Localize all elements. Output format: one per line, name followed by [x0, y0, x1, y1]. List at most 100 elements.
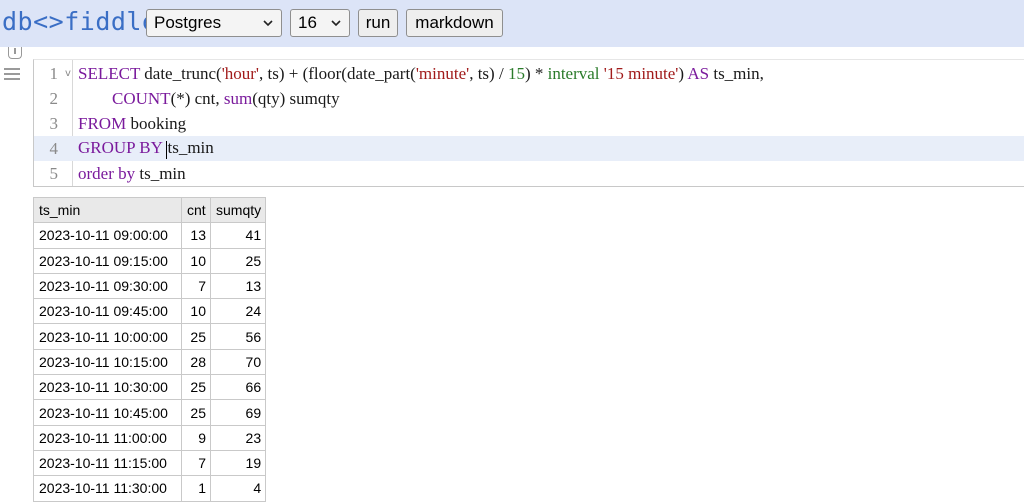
- run-button-label: run: [365, 13, 391, 32]
- result-table-body: 2023-10-11 09:00:00 13 41 2023-10-11 09:15:…: [33, 222, 267, 502]
- code-text: FROM booking: [78, 114, 186, 134]
- database-select[interactable]: Postgres: [146, 9, 282, 37]
- line-number: 5: [49, 163, 59, 183]
- markdown-button[interactable]: markdown: [406, 9, 503, 37]
- resize-handle-icon[interactable]: [8, 47, 22, 59]
- markdown-button-label: markdown: [415, 13, 494, 32]
- editor-line-5[interactable]: 5 order by ts_min: [34, 161, 1024, 186]
- chevron-down-icon: [262, 17, 274, 29]
- token: ts_min: [135, 163, 186, 183]
- version-select[interactable]: 16: [290, 9, 350, 37]
- column-header: sumqty: [209, 196, 267, 224]
- table-cell-cnt: 7: [181, 272, 211, 300]
- token: COUNT: [112, 88, 171, 108]
- table-cell-ts_min: 2023-10-11 11:30:00: [33, 475, 182, 502]
- table-cell-ts_min: 2023-10-11 10:30:00: [33, 374, 182, 401]
- table-cell-cnt: 25: [181, 399, 211, 426]
- token: ts_min,: [709, 63, 764, 83]
- table-row: 2023-10-11 11:15:00 7 19: [33, 449, 267, 477]
- token: SELECT: [78, 63, 141, 83]
- token: ts_min: [167, 138, 214, 158]
- table-cell-ts_min: 2023-10-11 11:00:00: [33, 424, 182, 451]
- token: booking: [126, 113, 187, 133]
- table-cell-sumqty: 24: [209, 298, 267, 325]
- top-toolbar: db<>fiddle Postgres 16 run markdown: [0, 0, 1024, 47]
- editor-line-4-active[interactable]: 4 GROUP BY ts_min: [34, 136, 1024, 161]
- table-cell-ts_min: 2023-10-11 10:45:00: [33, 399, 182, 426]
- line-number: 1: [49, 63, 59, 83]
- token: date_trunc(: [140, 63, 222, 83]
- token: GROUP BY: [78, 138, 163, 158]
- logo-text-brackets: <>: [33, 7, 65, 36]
- code-text: order by ts_min: [78, 164, 186, 184]
- token: 15: [507, 63, 525, 83]
- table-cell-sumqty: 41: [209, 222, 267, 249]
- menu-icon[interactable]: [4, 68, 20, 80]
- editor-line-1[interactable]: 1 v SELECT date_trunc('hour', ts) + (floor…: [34, 61, 1024, 86]
- token: (*) cnt,: [170, 88, 224, 108]
- logo-text-fiddle: fiddle: [64, 7, 158, 36]
- token: AS: [687, 63, 710, 83]
- token: interval: [547, 63, 600, 83]
- table-cell-sumqty: 25: [209, 247, 267, 274]
- token: '15 minute': [603, 63, 679, 83]
- sql-editor[interactable]: 1 v SELECT date_trunc('hour', ts) + (floor…: [33, 59, 1024, 187]
- code-text: GROUP BY ts_min: [78, 138, 214, 159]
- chevron-down-icon: [330, 17, 342, 29]
- table-row: 2023-10-11 11:00:00 9 23: [33, 424, 267, 451]
- table-cell-sumqty: 56: [209, 323, 267, 350]
- table-header-row: ts_min cnt sumqty: [33, 196, 267, 224]
- editor-line-2[interactable]: 2 COUNT(*) cnt, sum(qty) sumqty: [34, 86, 1024, 111]
- result-table: ts_min cnt sumqty 2023-10-11 09:00:00 13 4…: [33, 196, 267, 502]
- code-text: SELECT date_trunc('hour', ts) + (floor(d…: [78, 64, 764, 84]
- table-cell-sumqty: 4: [209, 475, 267, 502]
- table-cell-ts_min: 2023-10-11 10:15:00: [33, 348, 182, 376]
- token: 'minute': [415, 63, 470, 83]
- table-cell-ts_min: 2023-10-11 09:15:00: [33, 247, 182, 274]
- table-row: 2023-10-11 09:00:00 13 41: [33, 222, 267, 249]
- database-select-value: Postgres: [154, 13, 222, 32]
- token: ) *: [524, 63, 548, 83]
- table-cell-sumqty: 69: [209, 399, 267, 426]
- token: , ts) /: [469, 63, 508, 83]
- table-cell-cnt: 10: [181, 298, 211, 325]
- token: ): [678, 63, 688, 83]
- table-row: 2023-10-11 10:00:00 25 56: [33, 323, 267, 350]
- line-number: 4: [49, 138, 59, 158]
- editor-side-controls: [0, 47, 30, 187]
- table-cell-ts_min: 2023-10-11 09:45:00: [33, 298, 182, 325]
- table-cell-cnt: 7: [181, 449, 211, 477]
- table-cell-cnt: 25: [181, 323, 211, 350]
- table-cell-sumqty: 13: [209, 272, 267, 300]
- table-row: 2023-10-11 11:30:00 1 4: [33, 475, 267, 502]
- table-cell-cnt: 25: [181, 374, 211, 401]
- token: (qty) sumqty: [252, 88, 340, 108]
- token: , ts) + (floor(date_part(: [258, 63, 416, 83]
- line-number: 2: [49, 88, 59, 108]
- table-row: 2023-10-11 09:15:00 10 25: [33, 247, 267, 274]
- table-row: 2023-10-11 10:15:00 28 70: [33, 348, 267, 376]
- column-header: cnt: [181, 196, 211, 224]
- table-cell-sumqty: 19: [209, 449, 267, 477]
- token: 'hour': [221, 63, 259, 83]
- table-cell-ts_min: 2023-10-11 10:00:00: [33, 323, 182, 350]
- table-row: 2023-10-11 09:45:00 10 24: [33, 298, 267, 325]
- table-cell-ts_min: 2023-10-11 09:30:00: [33, 272, 182, 300]
- line-number: 3: [49, 113, 59, 133]
- run-button[interactable]: run: [358, 9, 398, 37]
- table-cell-sumqty: 23: [209, 424, 267, 451]
- table-cell-cnt: 9: [181, 424, 211, 451]
- fold-toggle-icon[interactable]: v: [58, 68, 78, 79]
- code-text: COUNT(*) cnt, sum(qty) sumqty: [78, 89, 340, 109]
- dbfiddle-logo[interactable]: db<>fiddle: [2, 7, 158, 36]
- editor-line-3[interactable]: 3 FROM booking: [34, 111, 1024, 136]
- table-row: 2023-10-11 10:45:00 25 69: [33, 399, 267, 426]
- table-row: 2023-10-11 10:30:00 25 66: [33, 374, 267, 401]
- version-select-value: 16: [298, 13, 317, 32]
- logo-text-db: db: [2, 7, 34, 36]
- table-cell-ts_min: 2023-10-11 09:00:00: [33, 222, 182, 249]
- table-cell-cnt: 13: [181, 222, 211, 249]
- table-cell-ts_min: 2023-10-11 11:15:00: [33, 449, 182, 477]
- table-cell-cnt: 28: [181, 348, 211, 376]
